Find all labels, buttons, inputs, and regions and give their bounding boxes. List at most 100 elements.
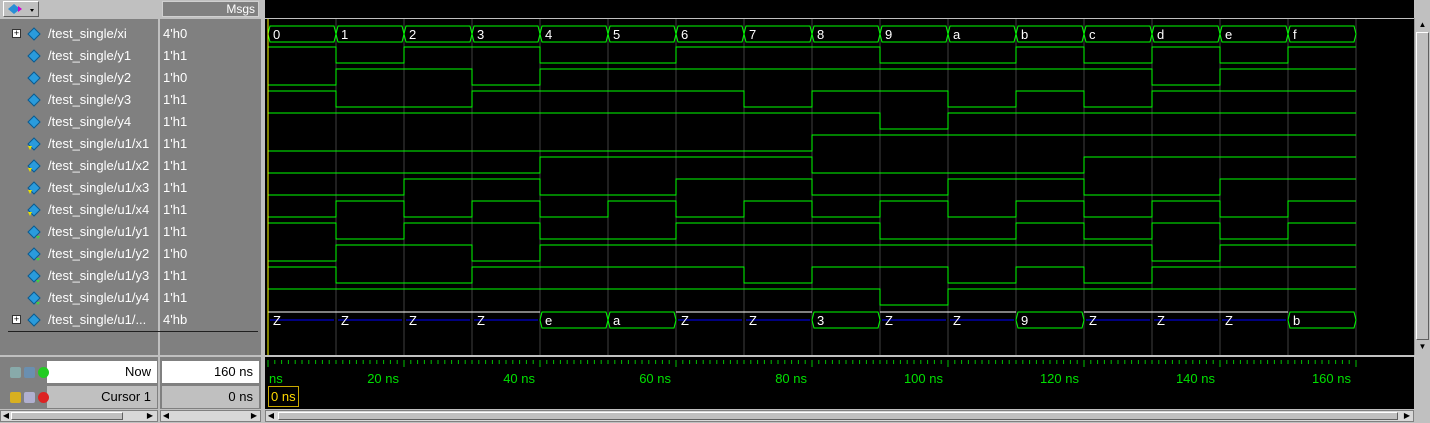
xi-bus-segment xyxy=(1287,25,1357,43)
scroll-right-arrow[interactable]: ▶ xyxy=(145,411,155,421)
input-signal-icon xyxy=(27,203,41,217)
scroll-up-arrow[interactable]: ▲ xyxy=(1417,20,1428,30)
signal-row[interactable]: /test_single/u1/y4 xyxy=(0,287,158,309)
u1-bus-label: Z xyxy=(409,313,417,328)
now-row: Now xyxy=(47,361,157,383)
output-signal-icon xyxy=(27,291,41,305)
expand-icon[interactable]: + xyxy=(12,315,21,324)
signal-value: 1'h1 xyxy=(163,158,188,173)
signal-value: 1'h1 xyxy=(163,114,188,129)
add-cursor-icon[interactable] xyxy=(38,367,49,378)
signal-row[interactable]: /test_single/u1/y3 xyxy=(0,265,158,287)
msgs-header: Msgs xyxy=(162,1,259,17)
u1-bus-label: Z xyxy=(1089,313,1097,328)
output-signal-icon xyxy=(27,247,41,261)
signal-row[interactable]: /test_single/u1/x4 xyxy=(0,199,158,221)
vertical-scrollbar[interactable]: ▲ ▼ xyxy=(1414,18,1430,355)
scroll-left-arrow[interactable]: ◀ xyxy=(266,411,276,421)
timeline-label: 20 ns xyxy=(367,371,399,386)
signal-row[interactable]: /test_single/u1/x1 xyxy=(0,133,158,155)
waveform-header xyxy=(265,0,1414,18)
timeline-label: 160 ns xyxy=(1312,371,1352,386)
screen-icon[interactable] xyxy=(10,367,21,378)
signal-value: 1'h0 xyxy=(163,246,188,261)
timeline-label: 100 ns xyxy=(904,371,944,386)
waveform-scroll-thumb[interactable] xyxy=(278,412,1398,420)
u1-bus-label: Z xyxy=(885,313,893,328)
waveform-canvas[interactable]: 0 1 2 3 4 5 6 7 8 9 a b c d e f Z Z Z Ze a Z Z 3 Z Z 9 Z Z Zb xyxy=(265,19,1414,355)
signal-row[interactable]: + /test_single/u1/... xyxy=(0,309,158,331)
signal-name: /test_single/u1/x3 xyxy=(48,180,150,195)
signal-name: /test_single/u1/... xyxy=(48,312,147,327)
delete-cursor-icon[interactable] xyxy=(38,392,49,403)
signal-row[interactable]: /test_single/u1/x3 xyxy=(0,177,158,199)
cursor-readout[interactable]: 0 ns xyxy=(268,386,299,407)
signal-value: 1'h1 xyxy=(163,180,188,195)
signal-name: /test_single/u1/x1 xyxy=(48,136,150,151)
u1-bus-label: b xyxy=(1293,313,1300,328)
signal-name: /test_single/u1/y3 xyxy=(48,268,150,283)
expand-icon[interactable]: + xyxy=(12,29,21,38)
scroll-left-arrow[interactable]: ◀ xyxy=(161,411,171,421)
output-signal-icon xyxy=(27,225,41,239)
signal-icon xyxy=(27,27,41,41)
xi-bus-label: 0 xyxy=(273,27,280,42)
timeline-panel[interactable]: ns 20 ns 40 ns 60 ns 80 ns 100 ns 120 ns 140 ns… xyxy=(265,357,1414,409)
cursor-label: Cursor 1 xyxy=(101,389,151,404)
wrench-icon[interactable] xyxy=(24,392,35,403)
names-hscrollbar[interactable]: ◀ ▶ xyxy=(0,410,158,422)
now-value: 160 ns xyxy=(213,364,253,379)
vertical-scroll-thumb[interactable] xyxy=(1416,32,1429,340)
signal-row[interactable]: /test_single/y1 xyxy=(0,45,158,67)
u1y3-wave xyxy=(268,266,1356,284)
signal-value: 1'h1 xyxy=(163,202,188,217)
x4-wave xyxy=(268,200,1356,218)
signal-row[interactable]: /test_single/y2 xyxy=(0,67,158,89)
xi-bus-label: b xyxy=(1021,27,1028,42)
signal-icon xyxy=(27,71,41,85)
y3-wave xyxy=(268,90,1356,108)
waveform-hscrollbar[interactable]: ◀ ▶ xyxy=(265,410,1414,422)
signal-icon xyxy=(27,313,41,327)
xi-bus-label: e xyxy=(1225,27,1232,42)
timeline-ruler[interactable]: ns 20 ns 40 ns 60 ns 80 ns 100 ns 120 ns 140 ns… xyxy=(265,357,1414,409)
scroll-left-arrow[interactable]: ◀ xyxy=(1,411,11,421)
xi-bus-label: 6 xyxy=(681,27,688,42)
output-signal-icon xyxy=(27,269,41,283)
signal-icon xyxy=(27,49,41,63)
input-signal-icon xyxy=(27,181,41,195)
cursor-readout-text: 0 ns xyxy=(271,389,296,404)
signal-row[interactable]: /test_single/y4 xyxy=(0,111,158,133)
signal-name: /test_single/xi xyxy=(48,26,127,41)
signal-names-panel: + /test_single/xi/test_single/y1/test_sin… xyxy=(0,19,158,355)
u1-bus-label: Z xyxy=(749,313,757,328)
scroll-right-arrow[interactable]: ▶ xyxy=(1402,411,1412,421)
values-hscrollbar[interactable]: ◀ ▶ xyxy=(160,410,261,422)
signal-row[interactable]: /test_single/y3 xyxy=(0,89,158,111)
signal-row[interactable]: /test_single/u1/y2 xyxy=(0,243,158,265)
input-signal-icon xyxy=(27,159,41,173)
xi-bus-label: 3 xyxy=(477,27,484,42)
monitor-icon[interactable] xyxy=(24,367,35,378)
signal-row[interactable]: /test_single/u1/x2 xyxy=(0,155,158,177)
scroll-down-arrow[interactable]: ▼ xyxy=(1417,342,1428,352)
names-scroll-thumb[interactable] xyxy=(11,412,123,420)
xi-bus-label: a xyxy=(953,27,961,42)
cursor-value: 0 ns xyxy=(228,389,253,404)
cursor-row[interactable]: Cursor 1 xyxy=(47,386,157,408)
xi-bus-label: c xyxy=(1089,27,1096,42)
lock-icon[interactable] xyxy=(10,392,21,403)
signal-row[interactable]: + /test_single/xi xyxy=(0,23,158,45)
u1-bus-label: Z xyxy=(341,313,349,328)
wave-icon xyxy=(8,4,34,14)
signal-row[interactable]: /test_single/u1/y1 xyxy=(0,221,158,243)
signal-name: /test_single/y1 xyxy=(48,48,132,63)
signal-name: /test_single/u1/y4 xyxy=(48,290,150,305)
time-labels-panel: Now Cursor 1 xyxy=(0,357,158,409)
scroll-right-arrow[interactable]: ▶ xyxy=(249,411,259,421)
now-label: Now xyxy=(124,364,151,379)
cursor-value-box: 0 ns xyxy=(162,386,259,408)
wave-toolbar-button[interactable] xyxy=(3,1,39,17)
waveform-panel[interactable]: 0 1 2 3 4 5 6 7 8 9 a b c d e f Z Z Z Ze a Z Z 3 Z Z 9 Z Z Zb xyxy=(265,19,1414,355)
signal-value: 1'h1 xyxy=(163,290,188,305)
